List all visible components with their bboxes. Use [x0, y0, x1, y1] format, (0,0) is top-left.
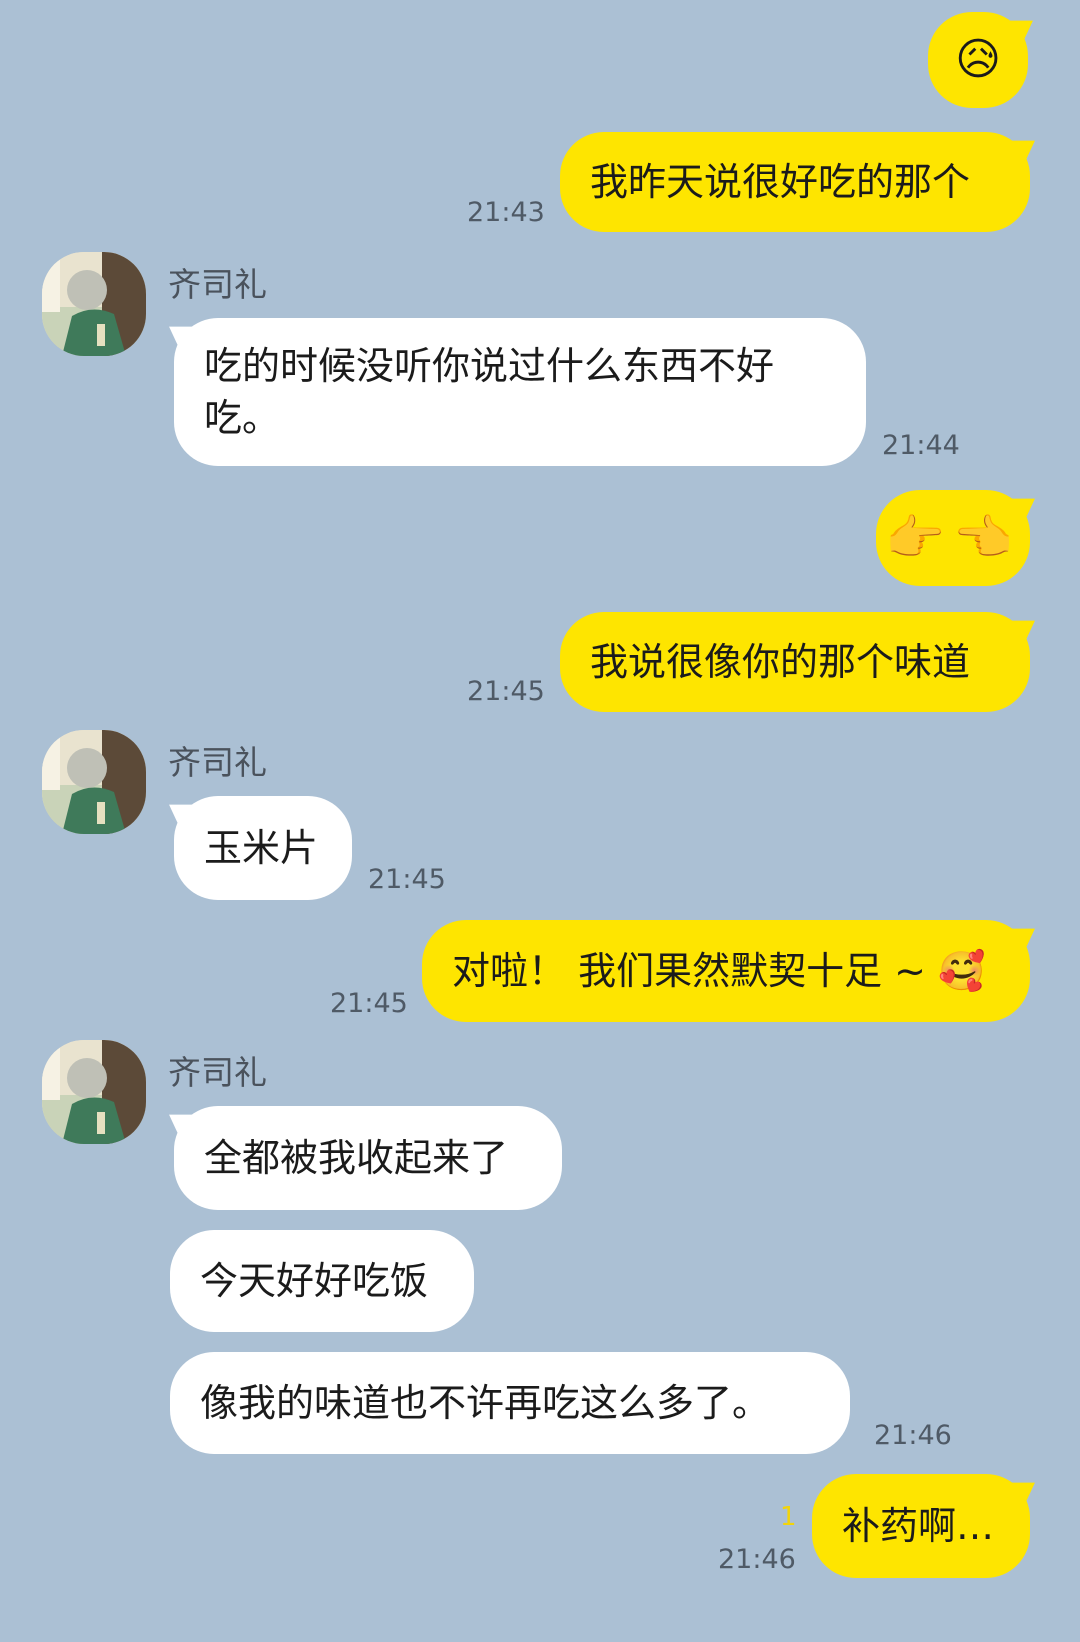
message-bubble-theirs[interactable]: 今天好好吃饭	[170, 1230, 474, 1332]
message-time: 21:43	[467, 197, 545, 228]
message-time: 21:45	[368, 864, 446, 895]
contact-name: 齐司礼	[168, 743, 267, 782]
message-bubble-theirs[interactable]: 像我的味道也不许再吃这么多了。	[170, 1352, 850, 1454]
message-text: 像我的味道也不许再吃这么多了。	[200, 1381, 771, 1425]
contact-avatar[interactable]	[42, 252, 146, 356]
message-bubble-mine[interactable]: 😥	[928, 12, 1028, 108]
message-bubble-mine[interactable]: 我昨天说很好吃的那个	[560, 132, 1030, 232]
message-time: 21:45	[467, 676, 545, 707]
message-text: 我昨天说很好吃的那个	[590, 160, 971, 204]
message-bubble-mine[interactable]: 我说很像你的那个味道	[560, 612, 1030, 712]
message-bubble-theirs[interactable]: 玉米片	[174, 796, 352, 900]
message-text-line: 吃。	[204, 396, 281, 440]
contact-avatar[interactable]	[42, 730, 146, 834]
contact-name: 齐司礼	[168, 265, 267, 304]
avatar-illustration-icon	[42, 1040, 146, 1144]
message-text: 今天好好吃饭	[200, 1259, 429, 1303]
contact-avatar[interactable]	[42, 1040, 146, 1144]
message-bubble-mine[interactable]: 补药啊…	[812, 1474, 1030, 1578]
message-time: 21:46	[874, 1420, 952, 1451]
message-text: 补药啊…	[842, 1504, 995, 1548]
contact-name: 齐司礼	[168, 1053, 267, 1092]
message-bubble-mine[interactable]: 👉👈	[876, 490, 1030, 586]
message-time: 21:45	[330, 988, 408, 1019]
pointing-fingers-emoji: 👉👈	[885, 510, 1021, 566]
message-text: 我说很像你的那个味道	[590, 640, 971, 684]
message-text-line: 吃的时候没听你说过什么东西不好	[204, 344, 775, 388]
crying-face-emoji: 😥	[955, 34, 1001, 85]
message-text: 吃的时候没听你说过什么东西不好 吃。	[204, 340, 774, 444]
message-text: 对啦！ 我们果然默契十足 ~ 🥰	[452, 949, 986, 993]
message-bubble-theirs[interactable]: 吃的时候没听你说过什么东西不好 吃。	[174, 318, 866, 466]
message-bubble-mine[interactable]: 对啦！ 我们果然默契十足 ~ 🥰	[422, 920, 1030, 1022]
message-text: 玉米片	[204, 826, 319, 870]
message-time: 21:44	[882, 430, 960, 461]
message-text: 全都被我收起来了	[204, 1136, 509, 1180]
message-bubble-theirs[interactable]: 全都被我收起来了	[174, 1106, 562, 1210]
chat-window: 😥 我昨天说很好吃的那个 21:43 齐司礼 吃的时候没听你说过什么东西不好 吃…	[0, 0, 1080, 1642]
unread-count: 1	[780, 1502, 797, 1532]
avatar-illustration-icon	[42, 252, 146, 356]
avatar-illustration-icon	[42, 730, 146, 834]
message-time: 21:46	[718, 1544, 796, 1575]
